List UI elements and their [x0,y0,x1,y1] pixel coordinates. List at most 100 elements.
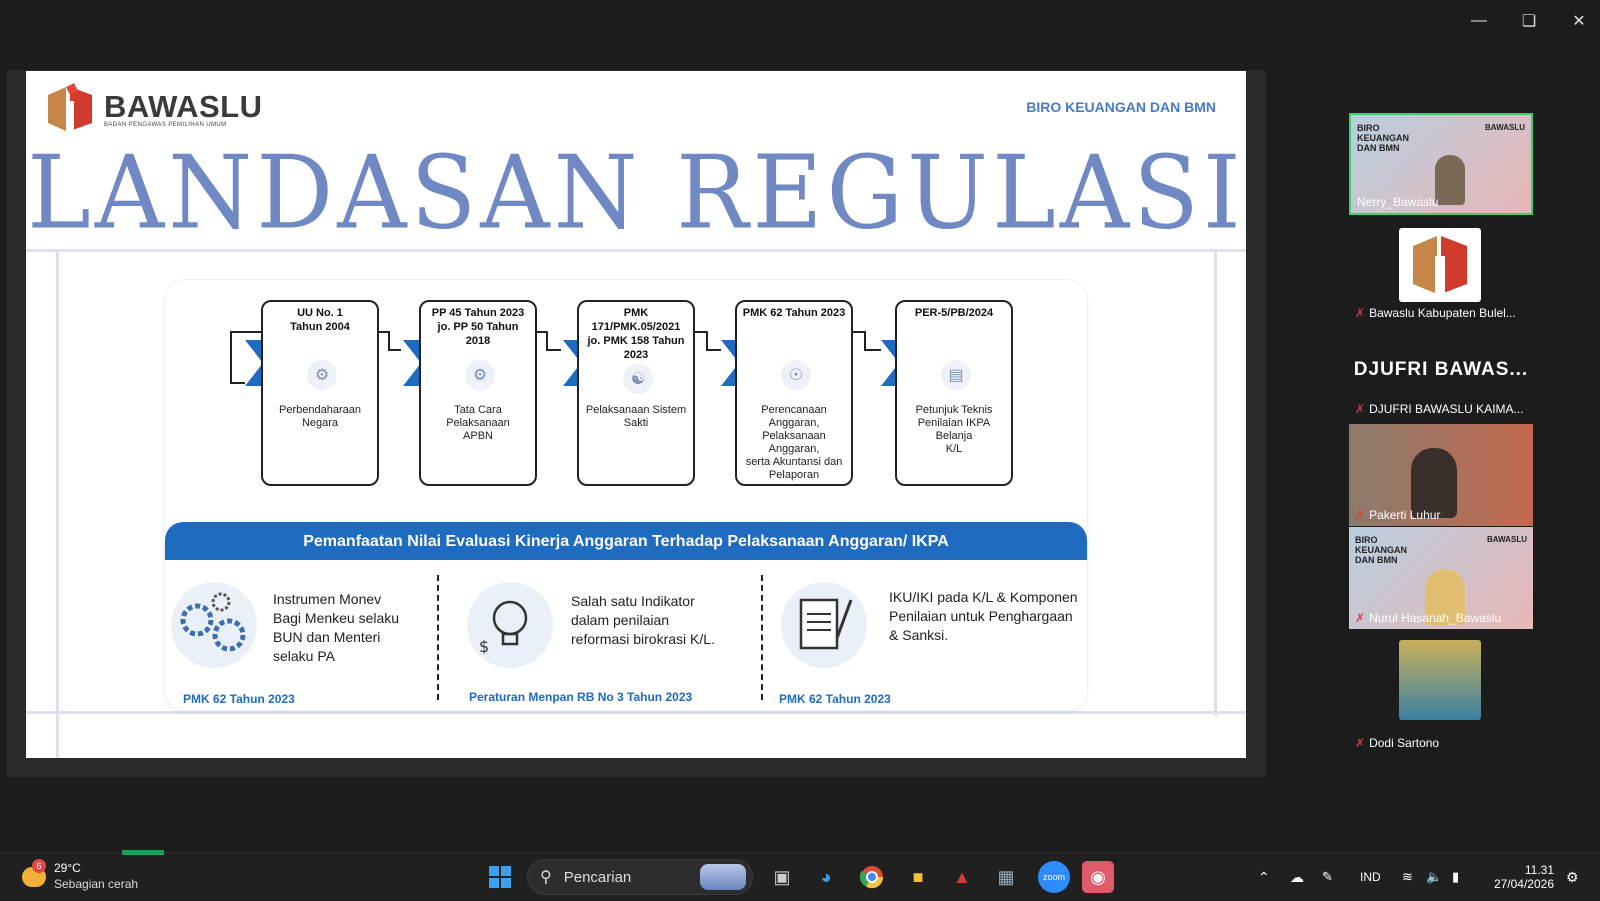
battery-icon[interactable]: ▮ [1452,853,1459,901]
divider [56,251,59,758]
thumb-text: BIRO KEUANGAN DAN BMN [1355,535,1408,565]
clock-time: 11.31 [1524,863,1554,877]
task-view-icon[interactable]: ▣ [766,861,798,893]
mic-off-icon: ✗ [1355,306,1366,320]
notepad-pen-icon [781,582,867,668]
clock-date: 27/04/2026 [1493,877,1554,891]
wifi-icon[interactable]: ≋ [1402,853,1413,901]
close-icon[interactable]: ✕ [1568,10,1590,32]
flow-step: PER-5/PB/2024 ▤ Petunjuk Teknis Penilaia… [895,300,1013,486]
recorder-icon[interactable]: ◉ [1082,861,1114,893]
participant-tile[interactable]: BIRO KEUANGAN DAN BMN BAWASLU Nerry_Bawa… [1349,113,1533,215]
participant-name: ✗ Pakerti Luhur [1355,508,1441,522]
minimize-icon[interactable]: — [1468,10,1490,32]
clipboard-icon: ▤ [941,360,971,390]
lightbulb-icon: ☉ [781,360,811,390]
flow-step-head: PP 45 Tahun 2023 jo. PP 50 Tahun 2018 [431,307,525,347]
bawaslu-avatar [1399,228,1481,302]
weather-indicator [122,850,164,855]
thumb-brand: BAWASLU [1485,123,1525,132]
chrome-icon[interactable] [856,861,888,893]
flow-step-desc: Tata Cara Pelaksanaan APBN [446,404,510,442]
participant-name: ✗ DJUFRI BAWASLU KAIMA... [1355,402,1524,416]
window-controls: — ❏ ✕ [1468,10,1590,32]
mic-off-icon: ✗ [1355,508,1366,522]
participant-tile[interactable]: ✗ Pakerti Luhur [1349,424,1533,526]
notification-icon[interactable]: ⚙ [1566,853,1579,901]
content-panel: UU No. 1 Tahun 2004 ⚙ Perbendaharaan Neg… [165,280,1087,710]
evaluation-reference: PMK 62 Tahun 2023 [779,692,891,706]
dashed-divider [761,575,763,700]
start-button[interactable] [484,861,516,893]
file-explorer-icon[interactable]: ■ [902,861,934,893]
flow-step-desc: Perbendaharaan Negara [279,404,361,429]
divider [1214,251,1217,716]
gears-icon [171,582,257,668]
participant-name: ✗ Bawaslu Kabupaten Bulel... [1355,306,1516,320]
participant-name-card: DJUFRI BAWAS... [1353,359,1529,380]
pen-icon[interactable]: ✎ [1322,853,1333,901]
weather-badge: 6 [32,859,46,873]
participant-tile[interactable]: ✗ Bawaslu Kabupaten Bulel... [1349,226,1533,328]
mic-off-icon: ✗ [1355,402,1366,416]
evaluation-item: IKU/IKI pada K/L & Komponen Penilaian un… [779,580,1087,710]
puzzle-gear-icon: ⚙ [307,360,337,390]
flow-step: PMK 171/PMK.05/2021 jo. PMK 158 Tahun 20… [577,300,695,486]
onedrive-icon[interactable]: ☁ [1290,853,1304,901]
taskbar: 6 29°C Sebagian cerah ⚲ Pencarian ▣ ◕ ■ … [0,850,1600,901]
network-icon: ☯ [623,364,653,394]
flow-step-desc: Petunjuk Teknis Penilaian IKPA Belanja K… [915,404,993,455]
flow-step-head: UU No. 1 Tahun 2004 [290,307,350,333]
search-placeholder: Pencarian [563,868,632,886]
divider [26,249,1246,252]
thumb-text: BIRO KEUANGAN DAN BMN [1357,123,1410,153]
weather-desc: Sebagian cerah [54,877,139,891]
participant-video [1435,155,1465,205]
bawaslu-logo: BAWASLU BADAN PENGAWAS PEMILIHAN UMUM [44,81,263,137]
flow-step-head: PMK 62 Tahun 2023 [742,307,846,319]
slide-title: LANDASAN REGULASI [27,134,1245,252]
participant-tile[interactable]: ✗ Dodi Sartono [1349,640,1533,750]
svg-text:$: $ [479,637,489,656]
participant-name: ✗ Dodi Sartono [1355,736,1440,750]
language-indicator[interactable]: IND [1360,853,1381,901]
divider [26,711,1246,714]
calculator-icon[interactable]: ▦ [990,861,1022,893]
flow-step-head: PMK 171/PMK.05/2021 jo. PMK 158 Tahun 20… [587,307,685,361]
evaluation-text: Instrumen Monev Bagi Menkeu selaku BUN d… [273,591,400,664]
flow-step: PMK 62 Tahun 2023 ☉ Perencanaan Anggaran… [735,300,853,486]
shared-slide: BAWASLU BADAN PENGAWAS PEMILIHAN UMUM BI… [26,71,1246,758]
search-highlight-icon [700,864,746,890]
volume-icon[interactable]: 🔈 [1426,853,1442,901]
gears-icon: ⚙ [465,360,495,390]
slide-header-right: BIRO KEUANGAN DAN BMN [1026,99,1216,115]
evaluation-text: IKU/IKI pada K/L & Komponen Penilaian un… [889,589,1078,643]
lightbulb-dollar-icon: $ [467,582,553,668]
mic-off-icon: ✗ [1355,611,1366,625]
bawaslu-emblem-icon [48,83,92,131]
weather-temp: 29°C [54,861,81,875]
participant-tile[interactable]: ✗ DJUFRI BAWASLU KAIMA... [1349,396,1533,420]
flow-step-desc: Pelaksanaan Sistem Sakti [585,404,687,429]
evaluation-text: Salah satu Indikator dalam penilaian ref… [571,593,715,647]
evaluation-item: Instrumen Monev Bagi Menkeu selaku BUN d… [169,580,429,710]
security-app-icon[interactable]: ▲ [946,861,978,893]
participant-name: Nerry_Bawaslu [1357,195,1439,209]
edge-icon[interactable]: ◕ [810,861,842,893]
thumb-brand: BAWASLU [1487,535,1527,544]
evaluation-item: $ Salah satu Indikator dalam penilaian r… [465,580,765,710]
flow-step: UU No. 1 Tahun 2004 ⚙ Perbendaharaan Neg… [261,300,379,486]
participant-tile[interactable]: BIRO KEUANGAN DAN BMN BAWASLU ✗ Nurul Has… [1349,527,1533,629]
flow-step-desc: Perencanaan Anggaran, Pelaksanaan Anggar… [745,404,843,481]
taskbar-search[interactable]: ⚲ Pencarian [527,859,753,895]
participant-avatar [1399,640,1481,720]
weather-widget[interactable]: 6 29°C Sebagian cerah [20,859,150,893]
windows-icon [489,866,511,888]
clock[interactable]: 11.31 27/04/2026 [1488,853,1554,901]
ikpa-banner: Pemanfaatan Nilai Evaluasi Kinerja Angga… [165,522,1087,560]
zoom-icon[interactable]: zoom [1038,861,1070,893]
chevron-up-icon[interactable]: ⌃ [1258,853,1270,901]
participant-name: ✗ Nurul Hasanah_Bawaslu [1355,611,1502,625]
restore-icon[interactable]: ❏ [1518,10,1540,32]
flow-step: PP 45 Tahun 2023 jo. PP 50 Tahun 2018 ⚙ … [419,300,537,486]
